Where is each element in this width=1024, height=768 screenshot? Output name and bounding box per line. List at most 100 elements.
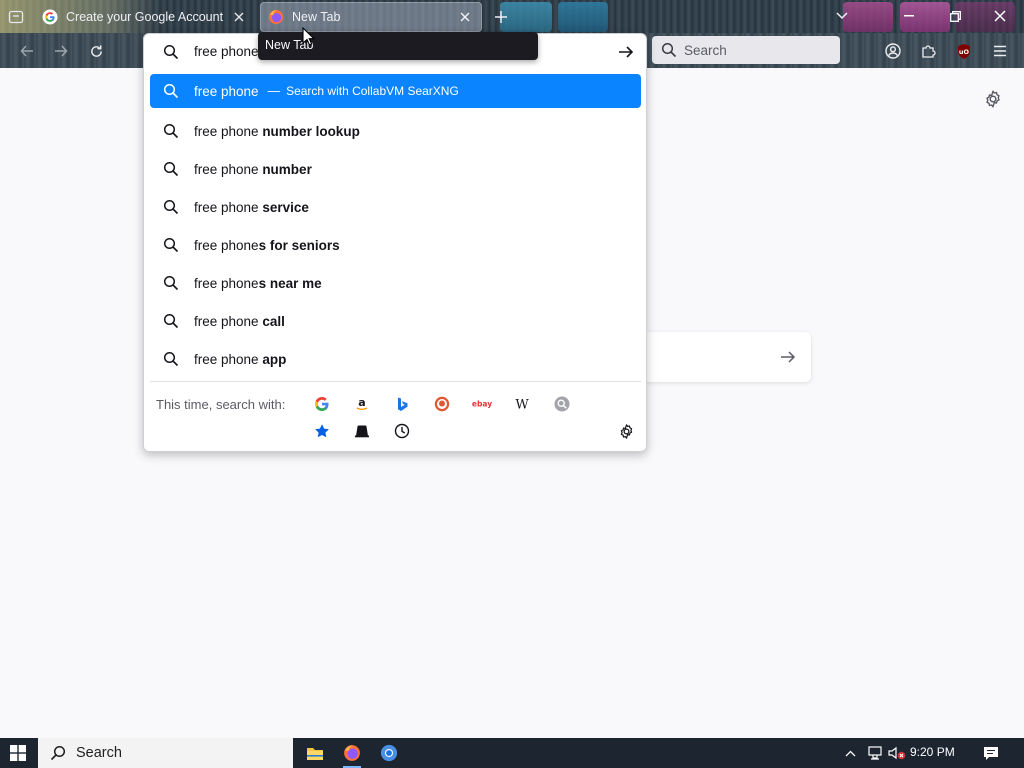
bookmarks-star-icon — [315, 424, 329, 438]
suggestion-row-selected[interactable]: free phone — Search with CollabVM SearXN… — [150, 74, 641, 108]
back-button[interactable] — [14, 38, 40, 64]
engine-ebay-button[interactable]: ebay — [471, 393, 493, 415]
chevron-down-icon — [836, 12, 848, 20]
suggestion-row[interactable]: free phone s for seniors — [150, 226, 641, 264]
suggestion-typed: free phone — [194, 123, 263, 139]
search-icon — [163, 123, 179, 139]
amazon-glyph: a — [358, 396, 365, 409]
start-button[interactable] — [0, 738, 36, 768]
new-tab-button[interactable] — [490, 6, 512, 28]
svg-text:uO: uO — [959, 48, 970, 56]
list-all-tabs-button[interactable] — [832, 6, 852, 26]
suggestion-row[interactable]: free phone app — [150, 340, 641, 378]
personalize-new-tab-button[interactable] — [983, 89, 1003, 109]
bing-icon — [398, 397, 408, 411]
gear-icon — [986, 90, 1000, 108]
suggestion-row[interactable]: free phone number lookup — [150, 112, 641, 150]
reload-button[interactable] — [83, 38, 109, 64]
suggestion-row[interactable]: free phone s near me — [150, 264, 641, 302]
suggestion-text: free phone — [194, 83, 259, 99]
divider — [150, 381, 641, 382]
suggestion-typed: free phone — [194, 351, 263, 367]
ebay-icon: ebay — [472, 400, 492, 409]
ebay-glyph: ebay — [472, 400, 492, 409]
history-clock-icon — [394, 423, 410, 439]
plus-icon — [495, 11, 507, 23]
go-arrow-icon[interactable] — [617, 43, 635, 61]
ublock-shield-icon: uO — [958, 43, 970, 59]
suggestion-completion: number lookup — [262, 123, 360, 139]
tab-google-account[interactable]: Create your Google Account — [34, 2, 256, 32]
tab-new-tab[interactable]: New Tab — [260, 2, 482, 32]
search-icon — [163, 44, 179, 60]
engine-amazon-button[interactable]: a — [351, 393, 373, 415]
engine-wikipedia-button[interactable]: W — [511, 393, 533, 415]
tab-title: Create your Google Account — [66, 10, 224, 24]
taskbar-chrome[interactable] — [376, 741, 402, 765]
suggestion-completion: s near me — [258, 275, 322, 291]
gear-icon — [620, 423, 632, 439]
tab-close-button[interactable] — [230, 8, 248, 26]
suggestion-typed: free phone — [194, 199, 263, 215]
tabs-icon — [355, 425, 369, 438]
search-icon — [163, 199, 179, 215]
search-settings-button[interactable] — [616, 421, 636, 441]
tab-close-button[interactable] — [456, 8, 474, 26]
suggestion-completion: app — [262, 351, 287, 367]
chrome-icon — [380, 744, 398, 762]
history-mode-button[interactable] — [391, 420, 413, 442]
suggestion-row[interactable]: free phone call — [150, 302, 641, 340]
volume-button[interactable] — [887, 738, 907, 768]
windows-taskbar: Search 9:20 PM — [0, 738, 1024, 768]
extensions-button[interactable] — [916, 38, 942, 64]
engine-google-button[interactable] — [311, 393, 333, 415]
firefox-view-button[interactable] — [4, 5, 28, 29]
bookmarks-mode-button[interactable] — [311, 420, 333, 442]
minimize-icon — [904, 15, 914, 17]
one-off-search-label: This time, search with: — [156, 397, 286, 412]
close-icon — [234, 12, 244, 22]
suggestion-row[interactable]: free phone service — [150, 188, 641, 226]
address-bar-value: free phone — [194, 44, 259, 59]
show-hidden-icons-button[interactable] — [842, 738, 858, 768]
ublock-origin-button[interactable]: uO — [951, 38, 977, 64]
tab-tooltip: New Tab — [258, 32, 538, 60]
windows-logo-icon — [10, 745, 26, 761]
search-icon — [50, 745, 66, 761]
suggestion-typed: free phone — [194, 275, 259, 291]
reload-icon — [90, 44, 102, 57]
search-icon — [163, 161, 179, 177]
taskbar-file-explorer[interactable] — [302, 741, 328, 765]
taskbar-search-placeholder: Search — [76, 745, 122, 761]
engine-duckduckgo-button[interactable] — [431, 393, 453, 415]
firefox-view-icon — [8, 10, 24, 24]
suggestion-list: free phone — Search with CollabVM SearXN… — [150, 74, 641, 378]
close-window-button[interactable] — [980, 0, 1020, 32]
app-menu-button[interactable] — [987, 38, 1013, 64]
taskbar-firefox[interactable] — [339, 741, 365, 768]
wikipedia-glyph: W — [515, 398, 529, 413]
restore-icon — [949, 10, 961, 22]
account-button[interactable] — [880, 38, 906, 64]
arrow-left-icon — [20, 45, 33, 57]
close-icon — [460, 12, 470, 22]
action-center-button[interactable] — [978, 742, 1004, 764]
arrow-right-icon — [781, 351, 796, 363]
forward-button[interactable] — [48, 38, 74, 64]
search-icon — [163, 313, 179, 329]
network-button[interactable] — [864, 738, 884, 768]
search-bar[interactable]: Search — [652, 36, 840, 64]
puzzle-icon — [922, 45, 936, 58]
engine-searxng-button[interactable] — [551, 393, 573, 415]
theme-decoration — [558, 2, 608, 32]
minimize-button[interactable] — [889, 0, 929, 32]
taskbar-clock[interactable]: 9:20 PM — [910, 745, 955, 759]
suggestion-action: Search with CollabVM SearXNG — [286, 84, 459, 98]
restore-button[interactable] — [935, 0, 975, 32]
suggestion-separator: — — [267, 84, 281, 98]
taskbar-search-box[interactable]: Search — [38, 738, 293, 768]
search-icon — [163, 237, 179, 253]
engine-bing-button[interactable] — [391, 393, 413, 415]
suggestion-row[interactable]: free phone number — [150, 150, 641, 188]
tabs-mode-button[interactable] — [351, 420, 373, 442]
